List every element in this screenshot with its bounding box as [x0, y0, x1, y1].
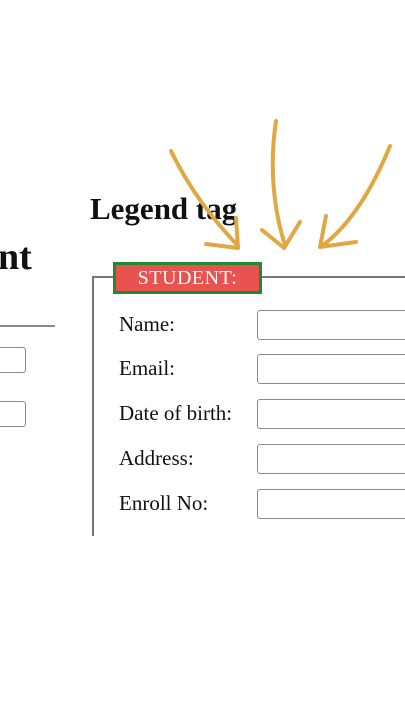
left-divider — [0, 325, 55, 327]
form-row-address: Address: — [119, 444, 405, 474]
arrowhead-right-icon — [318, 214, 358, 249]
fieldset-legend: STUDENT: — [113, 262, 262, 294]
left-partial-input[interactable] — [0, 401, 26, 427]
date-of-birth-input[interactable] — [257, 399, 405, 429]
enroll-no-input[interactable] — [257, 489, 405, 519]
left-partial-heading: nt — [0, 236, 32, 278]
page-title: Legend tag — [90, 191, 238, 226]
email-label: Email: — [119, 356, 175, 380]
form-row-email: Email: — [119, 354, 405, 384]
date-of-birth-label: Date of birth: — [119, 401, 233, 425]
arrowhead-middle-icon — [260, 220, 302, 250]
address-input[interactable] — [257, 444, 405, 474]
form-row-date-of-birth: Date of birth: — [119, 399, 405, 429]
name-input[interactable] — [257, 310, 405, 340]
form-row-enroll-no: Enroll No: — [119, 489, 405, 519]
name-label: Name: — [119, 312, 175, 336]
left-partial-panel: nt — [0, 0, 60, 720]
email-input[interactable] — [257, 354, 405, 384]
left-partial-input[interactable] — [0, 347, 26, 373]
arrow-right-icon — [320, 144, 392, 248]
arrow-middle-icon — [270, 119, 287, 247]
address-label: Address: — [119, 446, 194, 470]
enroll-no-label: Enroll No: — [119, 491, 209, 515]
screen: nt Legend tag STUDENT: Name: Email: Date… — [0, 0, 405, 720]
form-row-name: Name: — [119, 310, 405, 340]
